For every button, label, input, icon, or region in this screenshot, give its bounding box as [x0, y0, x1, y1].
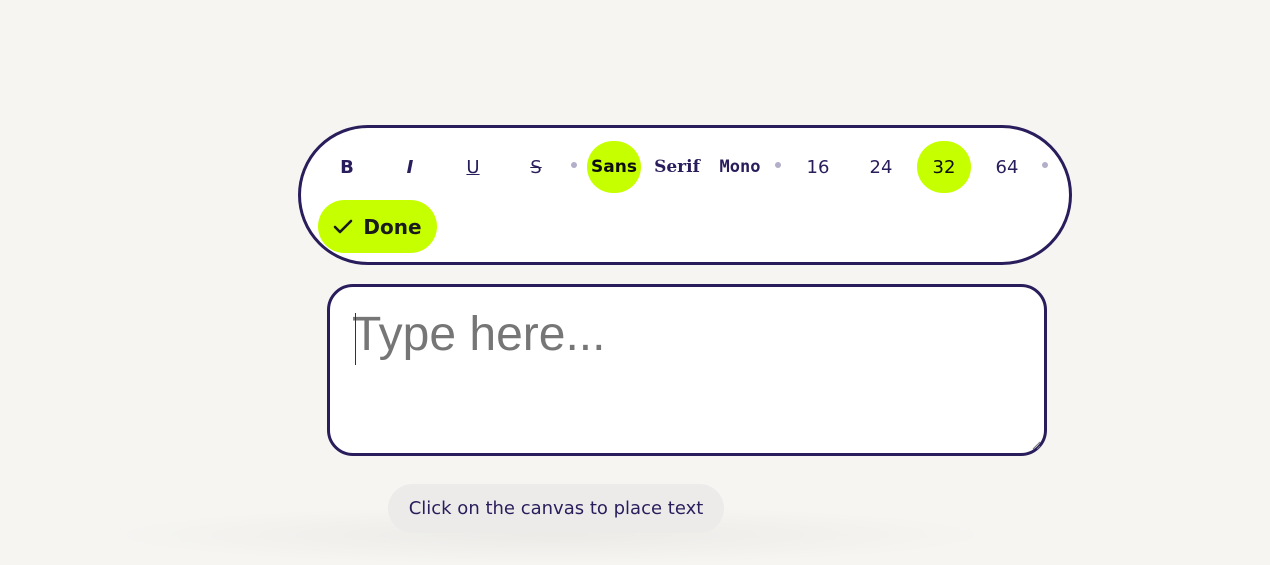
size-24-label: 24 [869, 156, 893, 178]
size-32-button[interactable]: 32 [917, 141, 971, 193]
underline-button[interactable]: U [446, 141, 500, 193]
font-mono-button[interactable]: Mono [713, 141, 767, 193]
separator-dot [1042, 162, 1048, 168]
size-24-button[interactable]: 24 [854, 141, 908, 193]
resize-handle-icon[interactable] [1031, 440, 1041, 450]
hint-text: Click on the canvas to place text [408, 498, 704, 519]
done-label: Done [363, 214, 422, 239]
size-64-button[interactable]: 64 [980, 141, 1034, 193]
bold-button[interactable]: B [320, 141, 374, 193]
size-16-label: 16 [806, 156, 830, 178]
text-toolbar: B I U S Sans Serif Mono 16 24 32 64 Done [298, 125, 1072, 265]
separator-dot [571, 162, 577, 168]
text-caret [355, 313, 356, 365]
font-sans-label: Sans [591, 157, 637, 177]
text-input[interactable] [352, 305, 1012, 425]
bold-label: B [340, 156, 354, 178]
done-button[interactable]: Done [318, 200, 437, 253]
italic-label: I [406, 156, 414, 178]
font-sans-button[interactable]: Sans [587, 141, 641, 193]
strikethrough-label: S [530, 156, 542, 178]
size-32-label: 32 [932, 156, 956, 178]
size-16-button[interactable]: 16 [791, 141, 845, 193]
size-64-label: 64 [995, 156, 1019, 178]
text-editor [327, 284, 1047, 456]
font-serif-label: Serif [654, 157, 700, 177]
separator-dot [775, 162, 781, 168]
underline-label: U [466, 156, 480, 178]
hint-message: Click on the canvas to place text [388, 484, 724, 533]
font-mono-label: Mono [719, 157, 761, 177]
italic-button[interactable]: I [383, 141, 437, 193]
strikethrough-button[interactable]: S [509, 141, 563, 193]
font-serif-button[interactable]: Serif [650, 141, 704, 193]
check-icon [333, 219, 353, 235]
